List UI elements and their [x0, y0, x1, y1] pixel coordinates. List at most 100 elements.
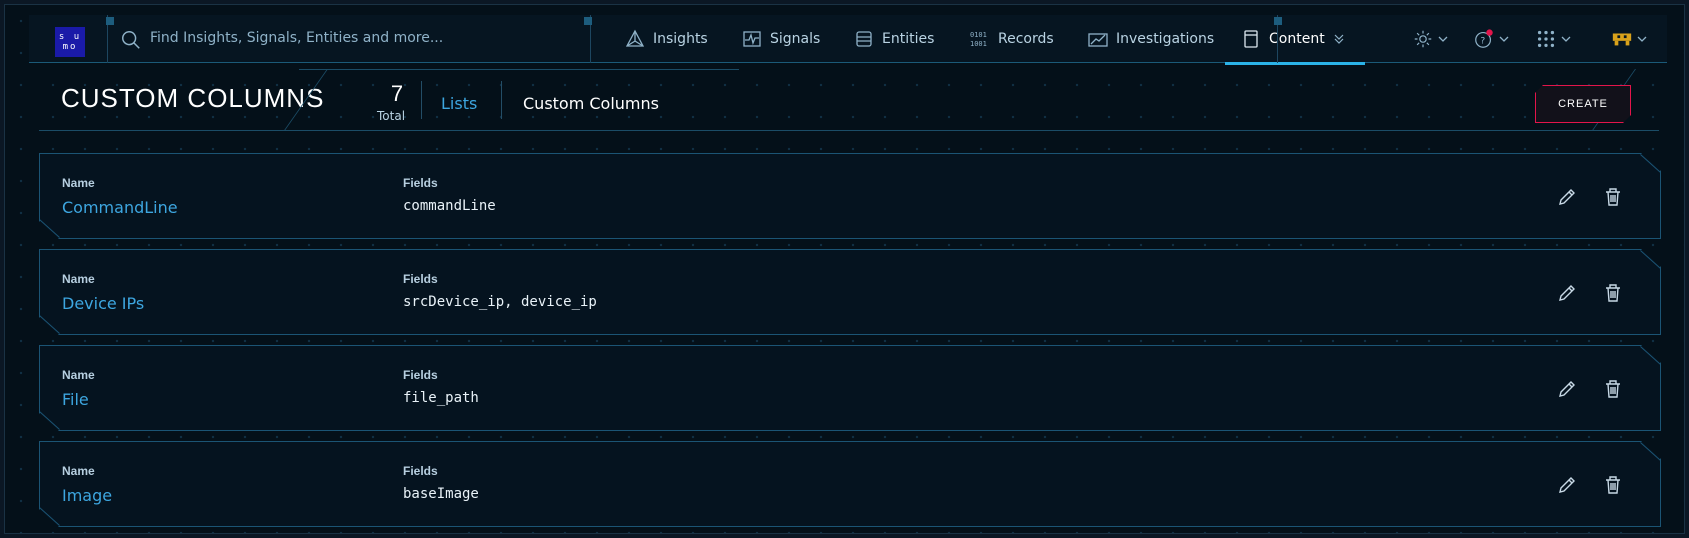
search-notch-right [584, 17, 592, 25]
nav-investigations-label: Investigations [1116, 31, 1215, 47]
apps-menu[interactable] [1535, 27, 1571, 51]
logo-text-top: s u [58, 32, 82, 42]
help-icon: ? [1475, 29, 1493, 48]
column-fields: baseImage [403, 486, 479, 502]
card-corner-line [39, 507, 60, 526]
list-item: Name Fields Image baseImage [39, 441, 1661, 527]
edit-button[interactable] [1556, 282, 1578, 304]
page-header: CUSTOM COLUMNS 7 Total Lists Custom Colu… [39, 69, 1659, 131]
nav-signals-label: Signals [770, 31, 821, 47]
create-button[interactable]: CREATE [1535, 85, 1631, 123]
help-menu[interactable]: ? [1473, 27, 1509, 51]
delete-button[interactable] [1602, 474, 1624, 496]
list-item: Name Fields File file_path [39, 345, 1661, 431]
fields-label: Fields [403, 464, 438, 478]
delete-button[interactable] [1602, 378, 1624, 400]
nav-entities-label: Entities [882, 31, 935, 47]
list-item: Name Fields Device IPs srcDevice_ip, dev… [39, 249, 1661, 335]
nav-separator [1274, 15, 1282, 63]
card-corner-line [1640, 154, 1661, 173]
header-divider [501, 81, 502, 119]
pencil-icon [1556, 474, 1578, 496]
trash-icon [1602, 474, 1624, 496]
custom-columns-list: Name Fields CommandLine commandLine Name… [39, 153, 1661, 534]
column-name-link[interactable]: File [62, 390, 89, 409]
svg-text:?: ? [1480, 36, 1485, 47]
search-icon [120, 29, 142, 51]
nav-signals[interactable]: Signals [742, 15, 820, 63]
nav-insights[interactable]: Insights [625, 15, 708, 63]
edit-button[interactable] [1556, 186, 1578, 208]
breadcrumb-current: Custom Columns [523, 94, 659, 113]
name-label: Name [62, 176, 95, 190]
column-fields: commandLine [403, 198, 496, 214]
signals-icon [743, 31, 761, 47]
column-fields: file_path [403, 390, 479, 406]
breadcrumb-lists-link[interactable]: Lists [441, 94, 477, 113]
edit-button[interactable] [1556, 474, 1578, 496]
card-corner-line [39, 219, 60, 238]
trash-icon [1602, 186, 1624, 208]
column-fields: srcDevice_ip, device_ip [403, 294, 597, 310]
chevron-down-icon [1561, 36, 1571, 42]
double-chevron-down-icon [1334, 34, 1344, 44]
nav-records-label: Records [998, 31, 1054, 47]
search-input[interactable]: Find Insights, Signals, Entities and mor… [150, 30, 443, 46]
total-label: Total [377, 109, 406, 123]
nav-investigations[interactable]: Investigations [1088, 15, 1214, 63]
name-label: Name [62, 464, 95, 478]
create-button-wrapper: CREATE [1535, 85, 1631, 123]
pencil-icon [1556, 378, 1578, 400]
card-corner-line [1640, 442, 1661, 461]
svg-text:0101: 0101 [970, 31, 987, 39]
sumo-logo[interactable]: s u mo [55, 27, 85, 57]
insights-icon [625, 29, 645, 47]
logo-text-bottom: mo [62, 42, 78, 52]
list-item: Name Fields CommandLine commandLine [39, 153, 1661, 239]
chevron-down-icon [1499, 36, 1509, 42]
total-count: 7 [390, 81, 404, 106]
top-navigation: s u mo Find Insights, Signals, Entities … [29, 15, 1667, 65]
delete-button[interactable] [1602, 186, 1624, 208]
column-name-link[interactable]: CommandLine [62, 198, 178, 217]
entities-icon [856, 31, 872, 47]
trash-icon [1602, 282, 1624, 304]
settings-menu[interactable] [1412, 27, 1448, 51]
fields-label: Fields [403, 176, 438, 190]
page-title: CUSTOM COLUMNS [61, 83, 325, 113]
card-corner-line [1640, 346, 1661, 365]
search-notch-left [106, 17, 114, 25]
name-label: Name [62, 272, 95, 286]
column-name-link[interactable]: Device IPs [62, 294, 144, 313]
pencil-icon [1556, 282, 1578, 304]
content-icon [1244, 30, 1258, 48]
card-corner-line [1640, 250, 1661, 269]
fields-label: Fields [403, 368, 438, 382]
svg-text:1001: 1001 [970, 40, 987, 48]
nav-separator-notch [1274, 17, 1282, 25]
card-corner-line [39, 411, 60, 430]
nav-content[interactable]: Content [1225, 15, 1365, 65]
fields-label: Fields [403, 272, 438, 286]
nav-records[interactable]: 0101 1001 Records [970, 15, 1054, 63]
delete-button[interactable] [1602, 282, 1624, 304]
records-icon: 01011001 [970, 31, 987, 48]
nav-entities[interactable]: Entities [854, 15, 934, 63]
chevron-down-icon [1438, 36, 1448, 42]
nav-insights-label: Insights [653, 31, 708, 47]
user-menu[interactable] [1611, 27, 1647, 51]
pencil-icon [1556, 186, 1578, 208]
edit-button[interactable] [1556, 378, 1578, 400]
card-corner-line [39, 315, 60, 334]
breadcrumb-panel [299, 69, 739, 131]
column-name-link[interactable]: Image [62, 486, 112, 505]
chevron-down-icon [1637, 36, 1647, 42]
name-label: Name [62, 368, 95, 382]
investigations-icon [1088, 33, 1108, 47]
user-avatar-icon [1612, 33, 1632, 46]
gear-icon [1414, 30, 1432, 48]
app-frame: s u mo Find Insights, Signals, Entities … [4, 4, 1685, 534]
trash-icon [1602, 378, 1624, 400]
global-search[interactable]: Find Insights, Signals, Entities and mor… [106, 15, 592, 63]
grid-icon [1537, 30, 1555, 48]
